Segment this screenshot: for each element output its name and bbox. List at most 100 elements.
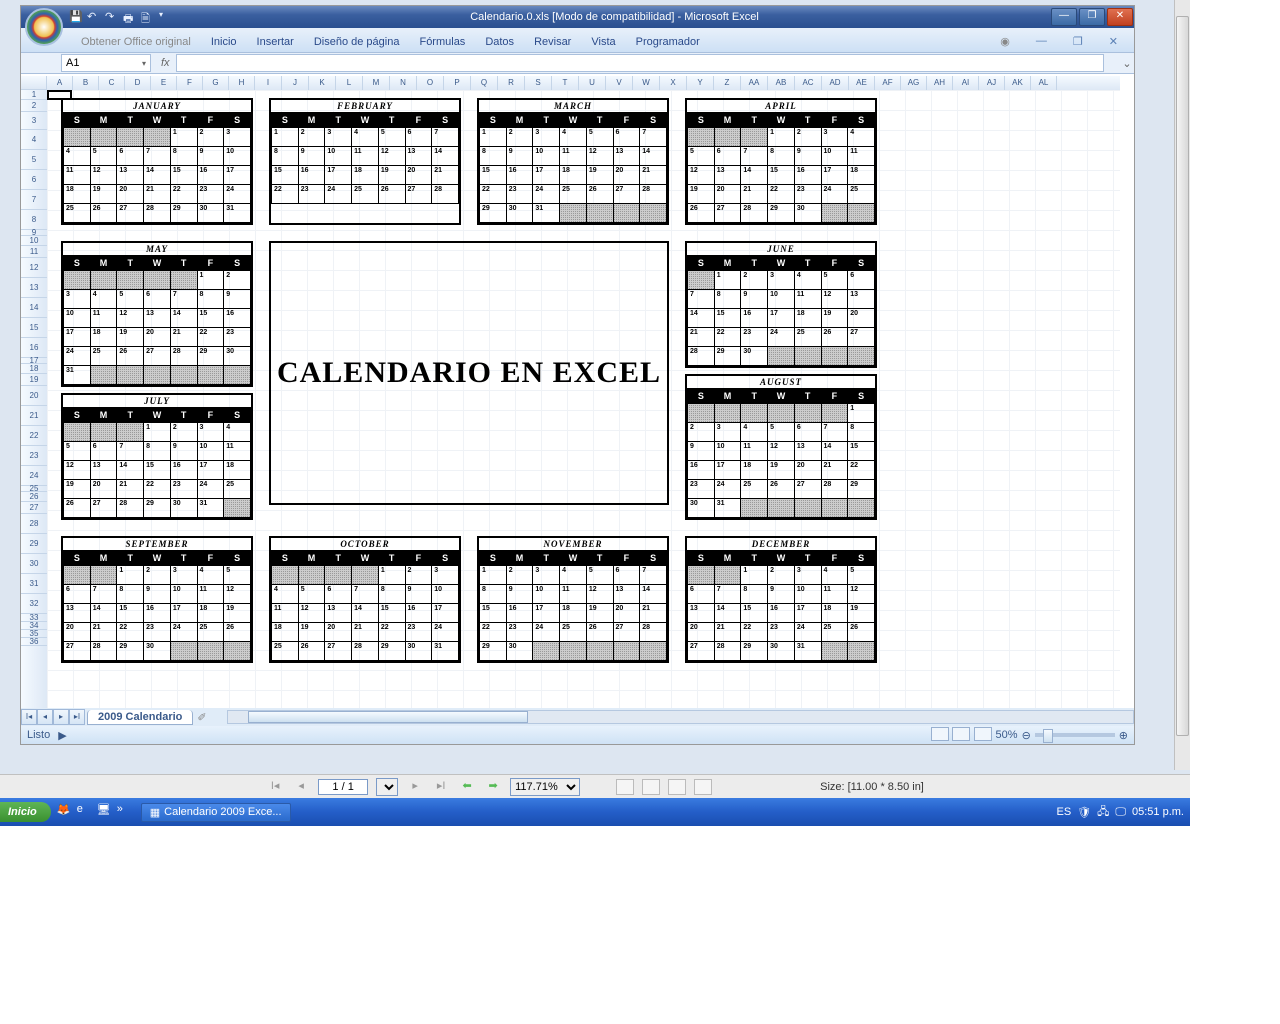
macro-icon[interactable]: ▶ [58, 729, 66, 742]
sheet-tab[interactable]: 2009 Calendario [87, 710, 193, 725]
tab-diseno[interactable]: Diseño de página [304, 32, 410, 52]
redo-icon[interactable]: ↷ [105, 10, 119, 24]
page-size: Size: [11.00 * 8.50 in] [820, 781, 924, 793]
formula-input[interactable] [176, 54, 1104, 72]
view-single-icon[interactable] [616, 779, 634, 795]
sheet-tab-bar: I◂ ◂ ▸ ▸I 2009 Calendario ✐ [21, 708, 1134, 726]
tab-vista[interactable]: Vista [581, 32, 625, 52]
firefox-icon[interactable]: 🦊 [57, 803, 75, 821]
column-headers[interactable]: ABCDEFGHIJKLMNOPQRSTUVWXYZAAABACADAEAFAG… [47, 76, 1120, 90]
tab-programador[interactable]: Programador [626, 32, 710, 52]
maximize-button[interactable]: ❐ [1079, 8, 1105, 26]
month-jan: JANUARYSMTWTFS12345678910111213141516171… [61, 98, 253, 225]
sheet-prev-icon[interactable]: ◂ [37, 709, 53, 725]
doc-close-icon[interactable]: ✕ [1099, 31, 1128, 52]
zoom-level[interactable]: 50% [996, 729, 1018, 741]
minimize-button[interactable]: — [1051, 8, 1077, 26]
month-dec: DECEMBERSMTWTFS1234567891011121314151617… [685, 536, 877, 663]
excel-window: 💾 ↶ ↷ 🖶 🗎 ▾ Calendario.0.xls [Modo de co… [20, 5, 1135, 745]
sheet-nav: I◂ ◂ ▸ ▸I [21, 709, 85, 725]
month-jul: JULYSMTWTFS12345678910111213141516171819… [61, 393, 253, 520]
view-normal-icon[interactable] [931, 727, 949, 741]
office-button[interactable] [25, 8, 63, 46]
center-title: CALENDARIO EN EXCEL [269, 241, 669, 505]
row-headers[interactable]: 1234567891011121314151617181920212223242… [21, 90, 47, 708]
month-oct: OCTOBERSMTWTFS12345678910111213141516171… [269, 536, 461, 663]
tray-monitor-icon[interactable]: 🖵 [1115, 806, 1126, 819]
month-aug: AUGUSTSMTWTFS123456789101112131415161718… [685, 374, 877, 520]
formula-expand-icon[interactable]: ⌄ [1120, 57, 1134, 70]
name-box[interactable]: A1 [61, 54, 151, 72]
preview-icon[interactable]: 🗎 [141, 10, 155, 24]
doc-restore-icon[interactable]: ❐ [1063, 31, 1093, 52]
horizontal-scrollbar[interactable] [227, 710, 1134, 724]
view-cont-facing-icon[interactable] [694, 779, 712, 795]
ribbon-tabs: Obtener Office original Inicio Insertar … [21, 28, 1134, 52]
sheet-first-icon[interactable]: I◂ [21, 709, 37, 725]
doc-minimize-icon[interactable]: — [1026, 31, 1057, 52]
month-may: MAYSMTWTFS123456789101112131415161718192… [61, 241, 253, 387]
desktop-icon[interactable]: 🖥 [97, 803, 115, 821]
zoom-out-icon[interactable]: ⊖ [1022, 729, 1031, 742]
clock[interactable]: 05:51 p.m. [1132, 806, 1184, 818]
system-tray: ES 🛡 🖧 🖵 05:51 p.m. [1056, 803, 1190, 822]
taskbar: Inicio 🦊 e 🖥 » ▦ Calendario 2009 Exce...… [0, 798, 1190, 826]
tab-inicio[interactable]: Inicio [201, 32, 247, 52]
window-buttons: — ❐ ✕ [1050, 7, 1134, 27]
status-bar: Listo ▶ 50% ⊖ ⊕ [21, 726, 1134, 744]
titlebar: 💾 ↶ ↷ 🖶 🗎 ▾ Calendario.0.xls [Modo de co… [21, 6, 1134, 28]
zoom-slider[interactable] [1035, 733, 1115, 737]
month-apr: APRILSMTWTFS1234567891011121314151617181… [685, 98, 877, 225]
start-button[interactable]: Inicio [0, 802, 51, 822]
month-jun: JUNESMTWTFS12345678910111213141516171819… [685, 241, 877, 368]
task-item[interactable]: ▦ Calendario 2009 Exce... [141, 803, 291, 822]
view-cont-icon[interactable] [642, 779, 660, 795]
view-layout-icon[interactable] [952, 727, 970, 741]
window-title: Calendario.0.xls [Modo de compatibilidad… [179, 11, 1050, 23]
lang-indicator[interactable]: ES [1056, 806, 1071, 818]
view-buttons [931, 727, 991, 744]
zoom-in-icon[interactable]: ⊕ [1119, 729, 1128, 742]
calendar-content: JANUARYSMTWTFS12345678910111213141516171… [47, 90, 1120, 663]
worksheet[interactable]: ABCDEFGHIJKLMNOPQRSTUVWXYZAAABACADAEAFAG… [21, 76, 1134, 708]
tab-formulas[interactable]: Fórmulas [409, 32, 475, 52]
view-facing-icon[interactable] [668, 779, 686, 795]
office-original-link[interactable]: Obtener Office original [71, 32, 201, 52]
page-first-icon[interactable]: I◂ [266, 779, 284, 795]
tab-revisar[interactable]: Revisar [524, 32, 581, 52]
select-all-box[interactable] [21, 76, 47, 90]
nav-back-icon[interactable]: ⬅ [458, 779, 476, 795]
qat-dropdown-icon[interactable]: ▾ [159, 10, 173, 24]
page-next-icon[interactable]: ▸ [406, 779, 424, 795]
page-last-icon[interactable]: ▸I [432, 779, 450, 795]
status-text: Listo [27, 729, 50, 741]
ie-icon[interactable]: e [77, 803, 95, 821]
more-icon[interactable]: » [117, 803, 135, 821]
sheet-last-icon[interactable]: ▸I [69, 709, 85, 725]
month-sep: SEPTEMBERSMTWTFS123456789101112131415161… [61, 536, 253, 663]
close-button[interactable]: ✕ [1107, 8, 1133, 26]
undo-icon[interactable]: ↶ [87, 10, 101, 24]
print-icon[interactable]: 🖶 [123, 10, 137, 24]
outer-vscroll[interactable] [1174, 0, 1190, 770]
grid[interactable]: JANUARYSMTWTFS12345678910111213141516171… [47, 90, 1120, 708]
quick-launch: 🦊 e 🖥 » [51, 803, 141, 821]
page-prev-icon[interactable]: ◂ [292, 779, 310, 795]
hscroll-thumb[interactable] [248, 711, 528, 723]
view-pagebreak-icon[interactable] [974, 727, 992, 741]
zoom-select[interactable]: 117.71% [510, 778, 580, 796]
tab-insertar[interactable]: Insertar [247, 32, 304, 52]
tray-shield-icon[interactable]: 🛡 [1077, 806, 1091, 819]
page-select[interactable] [376, 778, 398, 796]
fx-icon[interactable]: fx [155, 57, 176, 69]
sheet-next-icon[interactable]: ▸ [53, 709, 69, 725]
month-nov: NOVEMBERSMTWTFS1234567891011121314151617… [477, 536, 669, 663]
page-input[interactable] [318, 779, 368, 795]
tray-network-icon[interactable]: 🖧 [1097, 803, 1109, 822]
excel-icon: ▦ [150, 806, 160, 819]
nav-fwd-icon[interactable]: ➡ [484, 779, 502, 795]
save-icon[interactable]: 💾 [69, 10, 83, 24]
tab-datos[interactable]: Datos [475, 32, 524, 52]
help-icon[interactable]: ◉ [990, 31, 1020, 52]
new-sheet-icon[interactable]: ✐ [197, 711, 206, 724]
